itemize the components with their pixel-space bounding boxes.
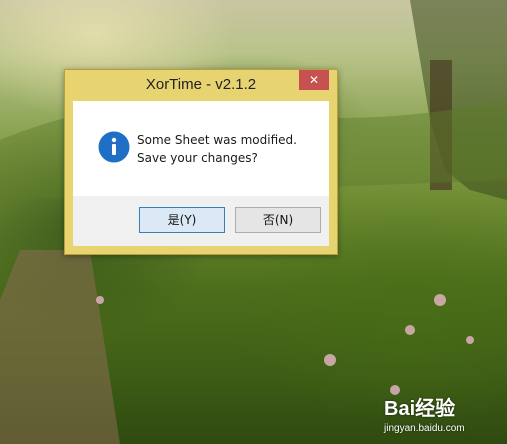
dialog-title: XorTime - v2.1.2 [145,76,257,93]
watermark-site: jingyan.baidu.com [384,423,465,434]
dialog-button-bar: 是(Y) 否(N) [73,196,329,246]
dialog-content: Some Sheet was modified. Save your chang… [73,101,329,196]
message-dialog: XorTime - v2.1.2 ✕ Some Sheet was modifi… [64,69,338,255]
dialog-titlebar[interactable]: XorTime - v2.1.2 ✕ [65,70,337,101]
flowers [96,294,474,395]
baidu-watermark: Bai经验 jingyan.baidu.com [384,392,465,434]
yes-button[interactable]: 是(Y) [139,207,225,233]
info-icon [98,131,130,163]
dialog-message: Some Sheet was modified. Save your chang… [137,131,297,167]
message-line-2: Save your changes? [137,151,258,165]
close-icon: ✕ [308,73,320,87]
no-button[interactable]: 否(N) [235,207,321,233]
message-line-1: Some Sheet was modified. [137,133,297,147]
path-stones [0,250,120,444]
close-button[interactable]: ✕ [299,70,329,90]
watermark-brand: Bai经验 [384,398,456,420]
